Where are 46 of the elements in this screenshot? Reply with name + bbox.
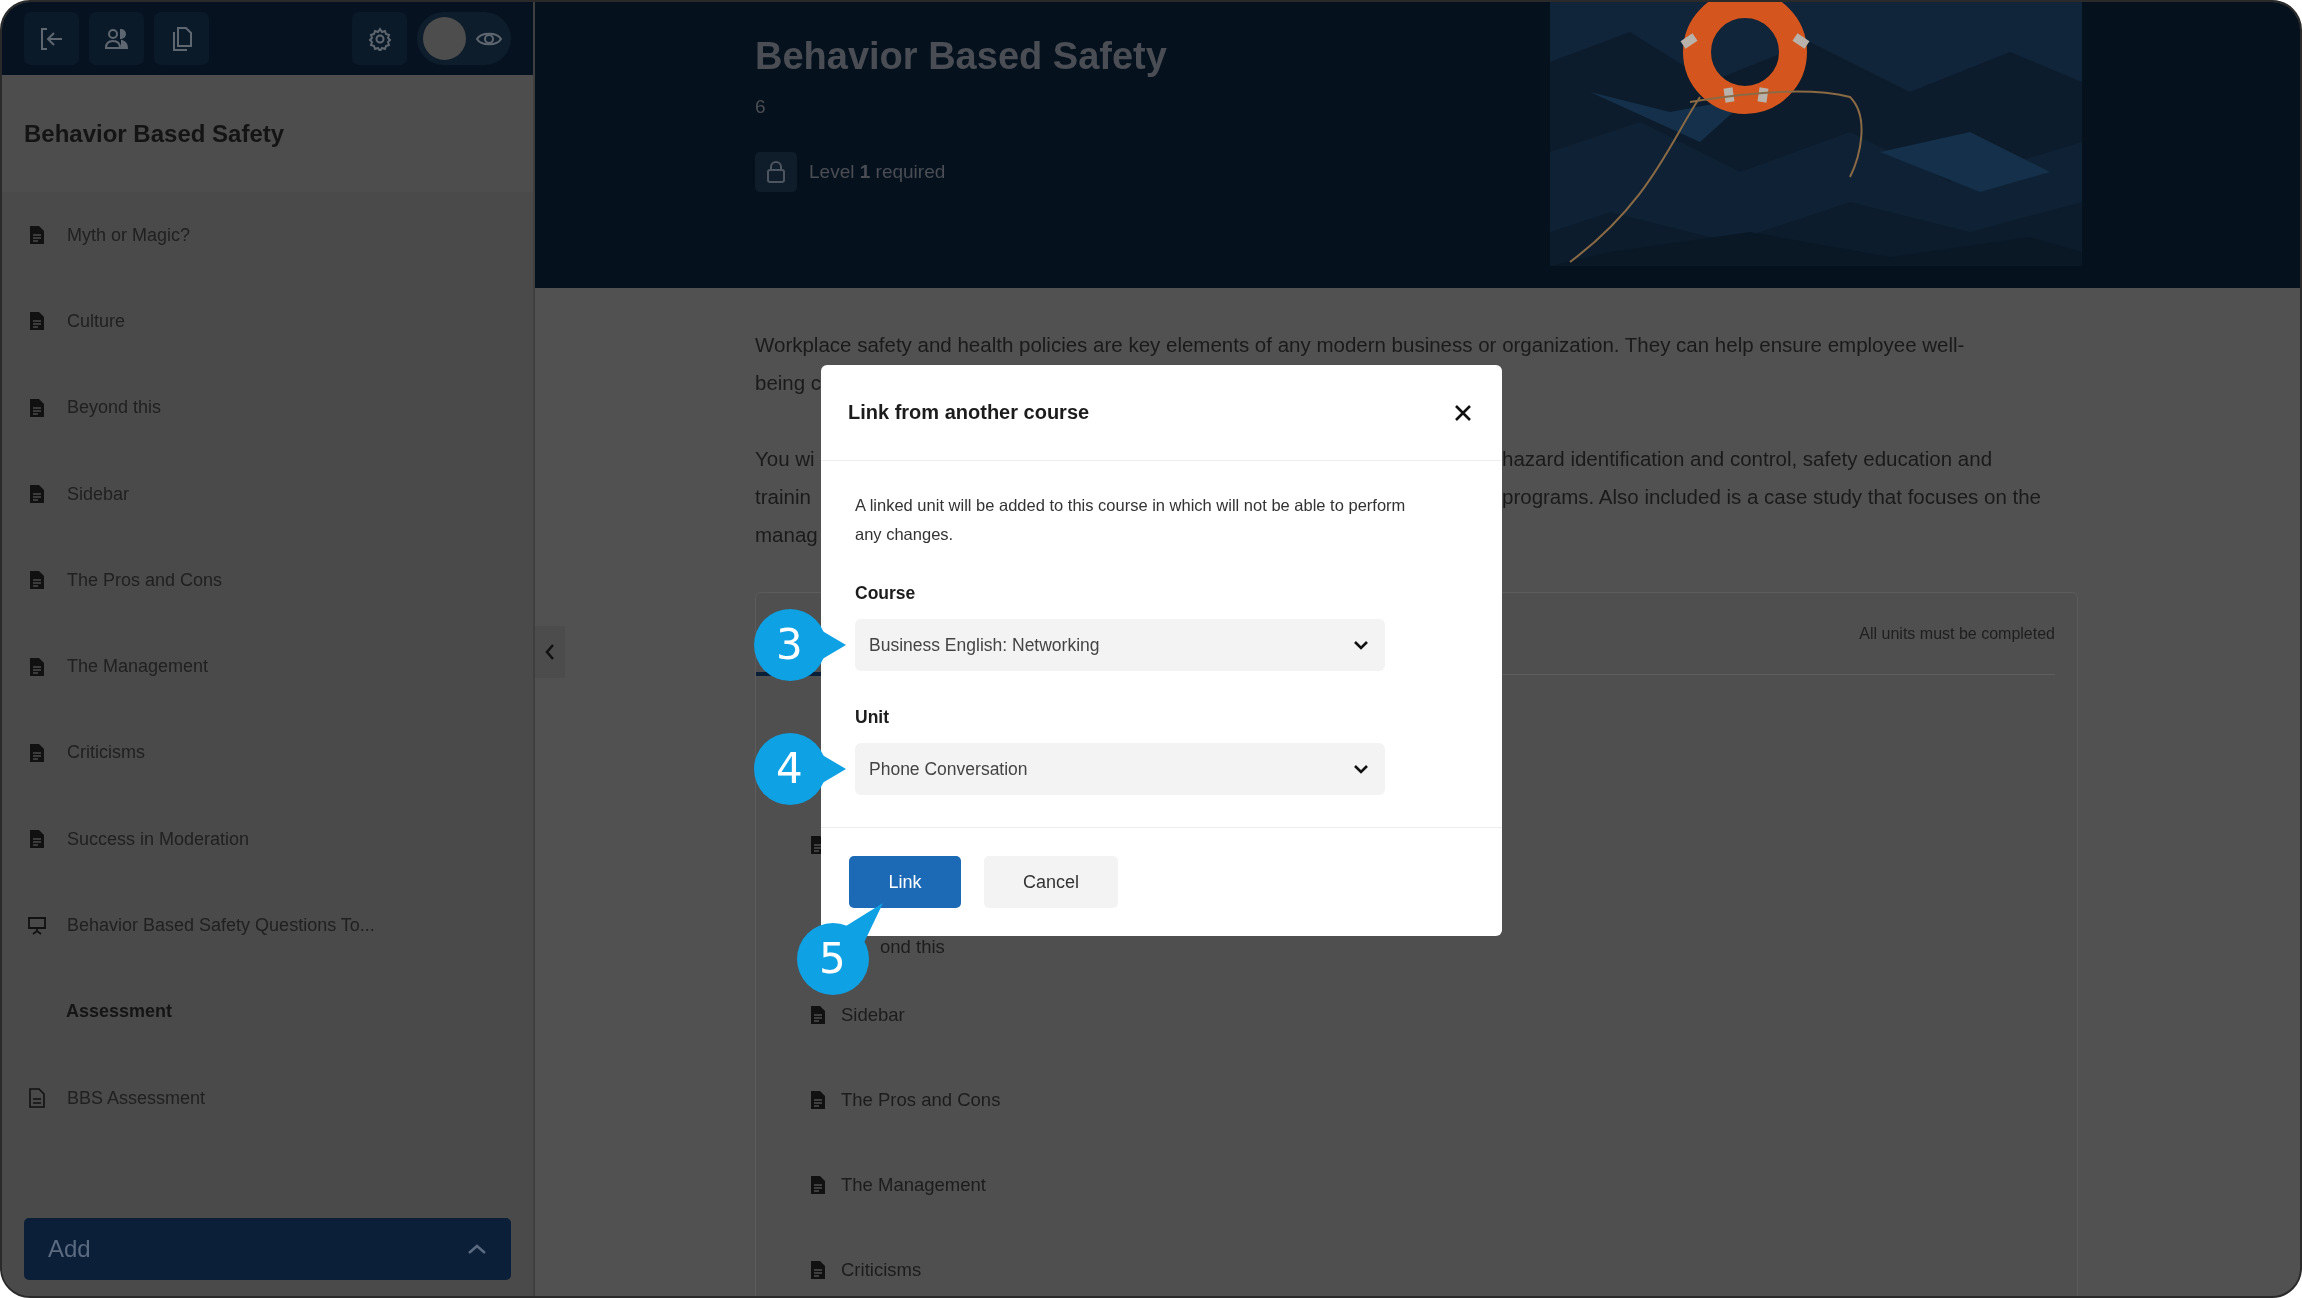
- callout-number: 5: [819, 938, 846, 980]
- document-icon: [808, 1004, 828, 1025]
- dropdown-field[interactable]: Phone Conversation: [855, 743, 1385, 795]
- document-icon: [27, 829, 47, 850]
- link-button[interactable]: Link: [849, 856, 961, 908]
- exit-icon: [38, 26, 65, 51]
- document-icon: [27, 742, 47, 763]
- course-title: Behavior Based Safety: [24, 119, 285, 148]
- chevron-icon: [1353, 640, 1369, 650]
- callout-number: 4: [776, 748, 803, 790]
- users-button[interactable]: [89, 12, 144, 65]
- document-icon: [27, 484, 47, 505]
- dialog-title: Link from another course: [848, 401, 1090, 424]
- copy-button[interactable]: [154, 12, 209, 65]
- document-icon: [27, 397, 47, 418]
- presentation-icon: [27, 915, 47, 936]
- avatar-circle: [423, 17, 466, 60]
- cancel-button[interactable]: Cancel: [984, 856, 1118, 908]
- chevron-icon: [1353, 764, 1369, 774]
- field-label: Unit: [855, 707, 891, 728]
- preview-toggle[interactable]: [417, 12, 511, 65]
- body-text: manag: [755, 523, 818, 546]
- unit-count: 6: [755, 96, 767, 118]
- level-requirement: Level 1 required: [809, 161, 946, 183]
- callout-number: 3: [776, 624, 803, 666]
- caret-icon: [467, 1243, 487, 1255]
- collapse-button[interactable]: [535, 626, 565, 678]
- settings-button[interactable]: [352, 12, 407, 65]
- document-icon: [808, 1174, 828, 1195]
- document-icon: [27, 311, 47, 332]
- add-button[interactable]: Add: [24, 1218, 511, 1280]
- users-icon: [103, 26, 130, 51]
- document-icon: [27, 656, 47, 677]
- exit-button[interactable]: [24, 12, 79, 65]
- chevron-icon: [544, 643, 556, 661]
- dialog-description: A linked unit will be added to this course in which will not be able to perform any changes.: [855, 495, 1407, 545]
- dropdown-field[interactable]: Business English: Networking: [855, 619, 1385, 671]
- field-label: Course: [855, 583, 917, 604]
- banner-title: Behavior Based Safety: [755, 35, 1167, 78]
- document-icon: [808, 1259, 828, 1280]
- lock-icon: [755, 152, 797, 192]
- document-icon: [27, 570, 47, 591]
- document-icon: [27, 1088, 47, 1109]
- settings-icon: [367, 26, 392, 51]
- document-icon: [27, 225, 47, 246]
- document-icon: [808, 1089, 828, 1110]
